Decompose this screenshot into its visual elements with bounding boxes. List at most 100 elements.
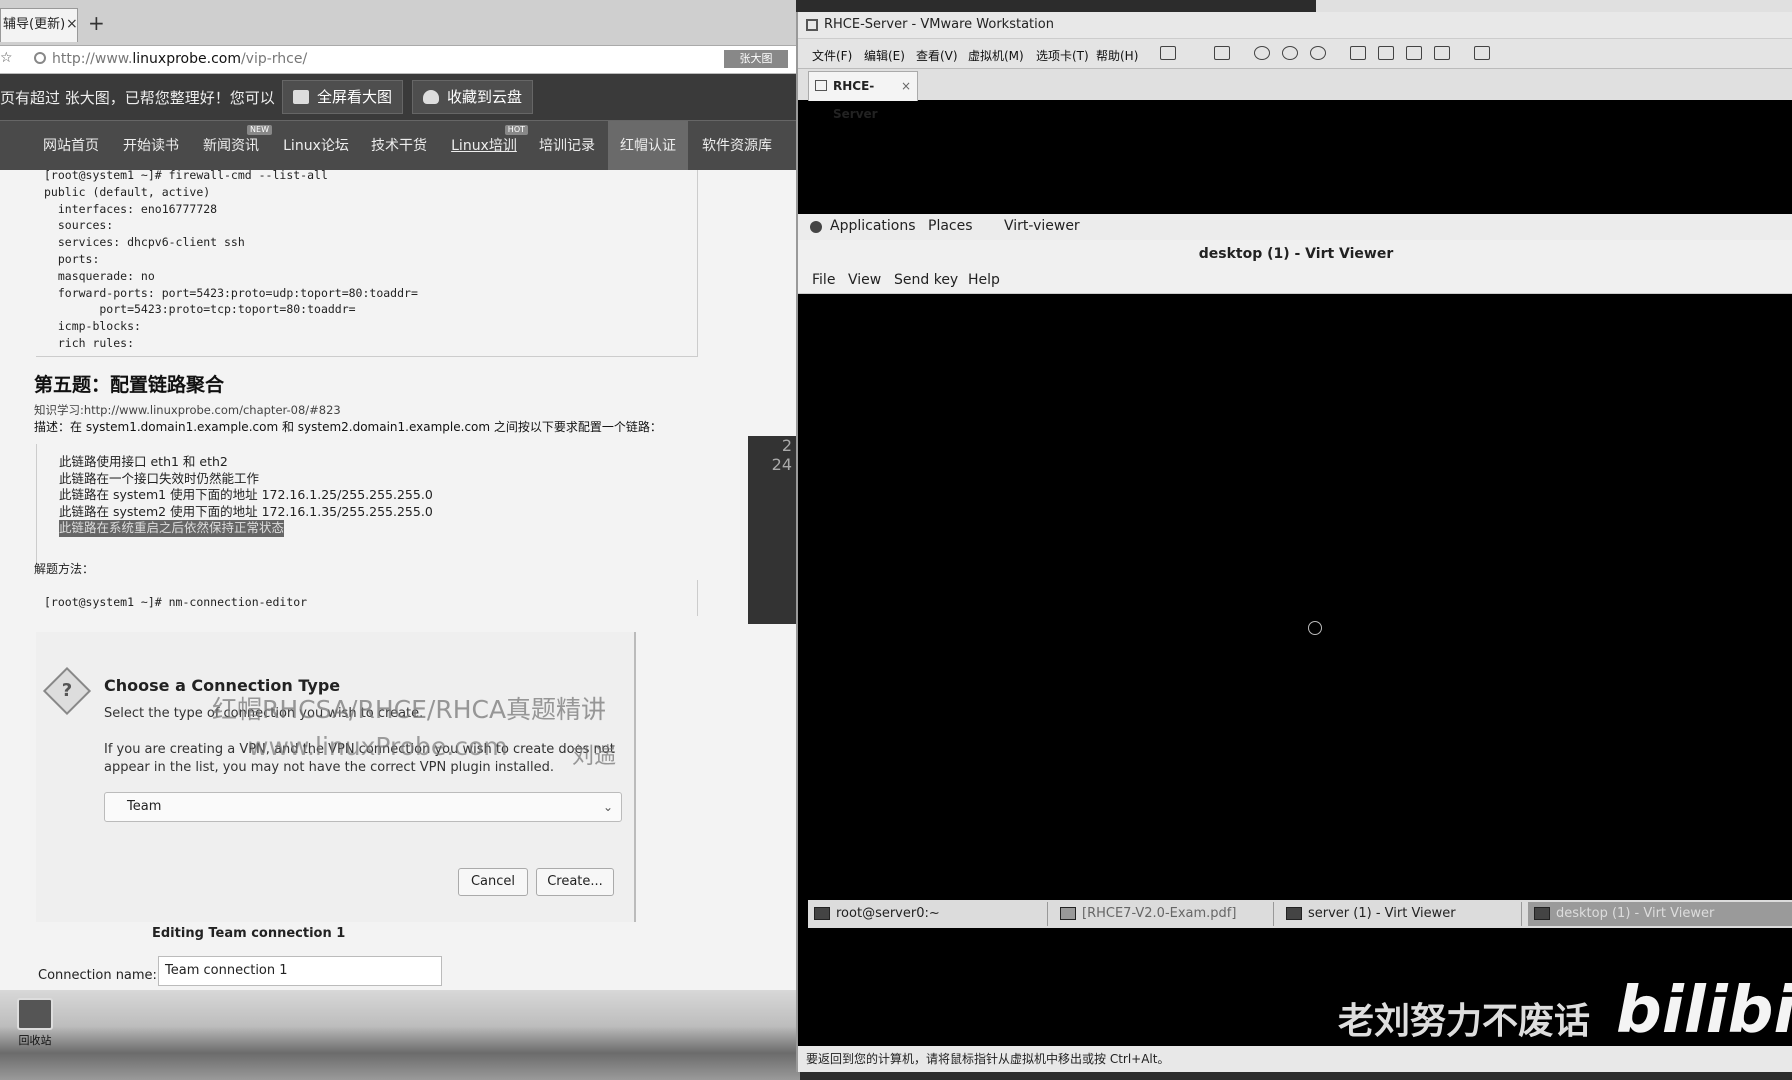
widget-number: 2	[781, 436, 792, 455]
connection-name-field[interactable]: Team connection 1	[158, 956, 442, 986]
places-menu[interactable]: Places	[928, 218, 973, 234]
fullscreen-icon[interactable]	[1406, 46, 1422, 60]
image-notice-bar: 页有超过 张大图，已帮您整理好！您可以 全屏看大图 收藏到云盘	[0, 74, 796, 120]
bilibili-logo: bilibili	[1616, 974, 1792, 1048]
browser-window: 辅导(更新) × + ☆ http://www.linuxprobe.com/v…	[0, 0, 796, 990]
menu-help[interactable]: 帮助(H)	[1096, 47, 1138, 64]
nav-item-news[interactable]: 新闻资讯 NEW	[196, 121, 272, 171]
browser-tab-strip: 辅导(更新) × +	[0, 0, 796, 46]
create-button[interactable]: Create...	[536, 868, 614, 896]
side-float-widget[interactable]: 2 24	[748, 436, 796, 624]
image-extension-chip[interactable]: 张大图	[724, 50, 788, 68]
address-bar[interactable]: ☆ http://www.linuxprobe.com/vip-rhce/ 张大…	[0, 46, 796, 74]
requirement-item: 此链路在 system1 使用下面的地址 172.16.1.25/255.255…	[59, 487, 433, 502]
vv-menu-view[interactable]: View	[848, 272, 881, 288]
method-label: 解题方法：	[34, 562, 95, 576]
requirement-item-selected: 此链路在系统重启之后依然保持正常状态	[59, 520, 285, 537]
code-border	[697, 170, 698, 356]
requirement-item: 此链路在 system2 使用下面的地址 172.16.1.35/255.255…	[59, 503, 433, 519]
send-ctrl-alt-del-icon[interactable]	[1214, 46, 1230, 60]
task-desktop-viewer[interactable]: desktop (1) - Virt Viewer	[1528, 902, 1792, 926]
nav-item-home[interactable]: 网站首页	[36, 121, 106, 171]
console-view-icon[interactable]	[1474, 46, 1490, 60]
vv-menu-help[interactable]: Help	[968, 272, 1000, 288]
applications-menu[interactable]: Applications	[830, 218, 916, 234]
close-tab-icon[interactable]: ×	[66, 16, 78, 32]
snapshot-icon[interactable]	[1254, 46, 1270, 60]
menu-edit[interactable]: 编辑(E)	[864, 47, 905, 64]
fullscreen-images-button[interactable]: 全屏看大图	[282, 80, 404, 114]
connection-type-select[interactable]: Team ⌄	[104, 792, 622, 822]
image-icon	[293, 90, 309, 104]
hot-badge: HOT	[504, 125, 528, 135]
close-icon[interactable]: ×	[901, 72, 911, 100]
code-divider	[36, 356, 698, 357]
background-window-edge	[1316, 0, 1792, 12]
star-icon[interactable]: ☆	[0, 50, 13, 66]
vv-menu-file[interactable]: File	[812, 272, 835, 288]
task-server-viewer[interactable]: server (1) - Virt Viewer	[1280, 902, 1522, 926]
connection-name-label: Connection name:	[38, 968, 157, 983]
requirement-item: 此链路在一个接口失效时仍然能工作	[59, 470, 260, 486]
nav-item-articles[interactable]: 技术干货	[364, 121, 434, 171]
new-badge: NEW	[247, 125, 272, 135]
menu-file[interactable]: 文件(F)	[812, 47, 852, 64]
vmware-tabbar: RHCE-Server ×	[798, 68, 1792, 121]
busy-cursor-icon	[1308, 621, 1322, 635]
task-terminal[interactable]: root@server0:~	[808, 902, 1048, 926]
guest-top-panel: Applications Places Virt-viewer	[798, 214, 1792, 240]
vmware-window: RHCE-Server - VMware Workstation 文件(F) 编…	[796, 12, 1792, 1072]
trash-icon-label: 回收站	[18, 1034, 52, 1047]
pause-icon[interactable]	[1160, 46, 1176, 60]
save-to-cloud-button[interactable]: 收藏到云盘	[412, 80, 534, 114]
vmware-window-title: RHCE-Server - VMware Workstation	[824, 17, 1054, 32]
chevron-down-icon: ⌄	[602, 800, 613, 814]
vm-tab-rhce-server[interactable]: RHCE-Server ×	[808, 71, 918, 121]
page-info-icon[interactable]	[34, 52, 46, 64]
menu-view[interactable]: 查看(V)	[916, 47, 958, 64]
virt-viewer-titlebar[interactable]: desktop (1) - Virt Viewer	[798, 240, 1792, 268]
question-description: 描述：在 system1.domain1.example.com 和 syste…	[34, 420, 662, 434]
nav-item-software[interactable]: 软件资源库	[692, 121, 782, 171]
cancel-button[interactable]: Cancel	[458, 868, 528, 896]
notice-text: 页有超过 张大图，已帮您整理好！您可以	[0, 89, 275, 107]
question-icon: ?	[42, 666, 92, 716]
task-pdf[interactable]: [RHCE7-V2.0-Exam.pdf]	[1054, 902, 1274, 926]
vm-icon	[815, 80, 827, 91]
new-tab-button[interactable]: +	[88, 11, 105, 35]
url-text[interactable]: http://www.linuxprobe.com/vip-rhce/	[52, 51, 307, 67]
library-icon[interactable]	[1350, 46, 1366, 60]
study-link[interactable]: 知识学习:http://www.linuxprobe.com/chapter-0…	[34, 402, 341, 418]
firewall-output-code: [root@system1 ~]# firewall-cmd --list-al…	[44, 168, 418, 350]
connection-type-value: Team	[127, 799, 162, 814]
revert-snapshot-icon[interactable]	[1282, 46, 1298, 60]
desktop-background	[0, 990, 800, 1080]
menu-tabs[interactable]: 选项卡(T)	[1036, 47, 1089, 64]
snapshot-manager-icon[interactable]	[1310, 46, 1326, 60]
menu-vm[interactable]: 虚拟机(M)	[968, 47, 1024, 64]
nav-item-forum[interactable]: Linux论坛	[276, 121, 356, 171]
nm-editor-command: [root@system1 ~]# nm-connection-editor	[44, 595, 308, 609]
requirements-list: 此链路使用接口 eth1 和 eth2 此链路在一个接口失效时仍然能工作 此链路…	[59, 454, 433, 537]
trash-desktop-icon[interactable]: 回收站	[10, 998, 60, 1048]
vmware-app-icon	[806, 19, 818, 31]
unity-icon[interactable]	[1434, 46, 1450, 60]
guest-display[interactable]	[808, 295, 1792, 895]
code-border	[697, 580, 698, 616]
editing-connection-title: Editing Team connection 1	[152, 926, 346, 941]
nav-item-records[interactable]: 培训记录	[530, 121, 604, 171]
nav-item-read[interactable]: 开始读书	[116, 121, 186, 171]
cloud-icon	[423, 90, 439, 104]
vv-menu-send-key[interactable]: Send key	[894, 272, 958, 288]
widget-number: 24	[771, 455, 792, 474]
vmware-titlebar[interactable]: RHCE-Server - VMware Workstation	[798, 12, 1792, 38]
connection-type-dialog-image: ? Choose a Connection Type Select the ty…	[36, 632, 636, 922]
vmware-status-bar: 要返回到您的计算机，请将鼠标指针从虚拟机中移出或按 Ctrl+Alt。	[798, 1046, 1792, 1072]
nav-item-redhat-cert[interactable]: 红帽认证	[608, 121, 688, 171]
thumbnail-icon[interactable]	[1378, 46, 1394, 60]
nav-item-training[interactable]: Linux培训 HOT	[446, 121, 528, 171]
vmware-menubar: 文件(F) 编辑(E) 查看(V) 虚拟机(M) 选项卡(T) 帮助(H)	[798, 38, 1792, 68]
watermark-author: 刘遄	[572, 744, 617, 769]
monitor-icon	[1286, 907, 1302, 920]
virt-viewer-menu[interactable]: Virt-viewer	[1004, 218, 1080, 234]
